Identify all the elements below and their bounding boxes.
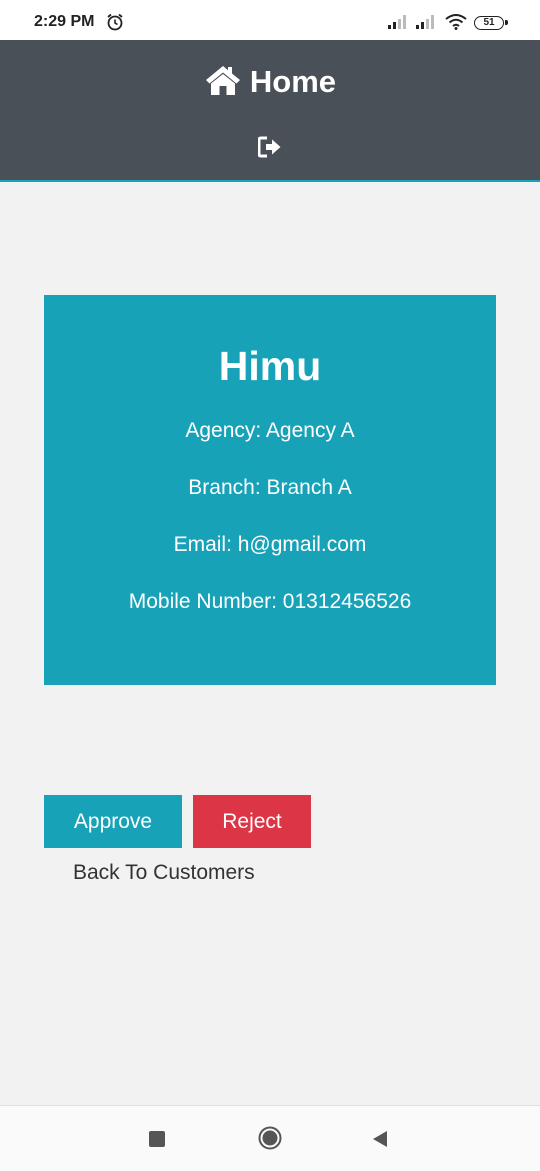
customer-branch: Branch: Branch A [188,476,352,499]
approve-button[interactable]: Approve [44,795,182,848]
header-title: Home [249,64,337,99]
recents-square-icon[interactable] [149,1131,165,1147]
customer-card: Himu Agency: Agency A Branch: Branch A E… [44,295,496,685]
app-header: Home [0,40,540,182]
customer-agency: Agency: Agency A [185,419,355,442]
signal-icon [388,15,406,29]
home-icon [205,66,240,95]
battery-icon: 51 [474,16,508,30]
sign-out-icon[interactable] [258,136,282,158]
wifi-icon [445,14,467,30]
status-time: 2:29 PM [34,13,95,30]
customer-email: Email: h@gmail.com [173,533,367,556]
home-link[interactable]: Home [0,62,540,102]
home-circle-icon[interactable] [258,1126,282,1150]
signal-icon [416,15,434,29]
back-to-customers-link[interactable]: Back To Customers [73,861,255,885]
status-bar: 2:29 PM 51 [0,0,540,40]
battery-level: 51 [483,17,495,28]
customer-name: Himu [218,343,322,389]
customer-mobile: Mobile Number: 01312456526 [128,590,412,613]
alarm-icon [107,13,123,31]
reject-button[interactable]: Reject [193,795,311,848]
back-triangle-icon[interactable] [371,1130,389,1148]
system-nav-bar [0,1105,540,1171]
